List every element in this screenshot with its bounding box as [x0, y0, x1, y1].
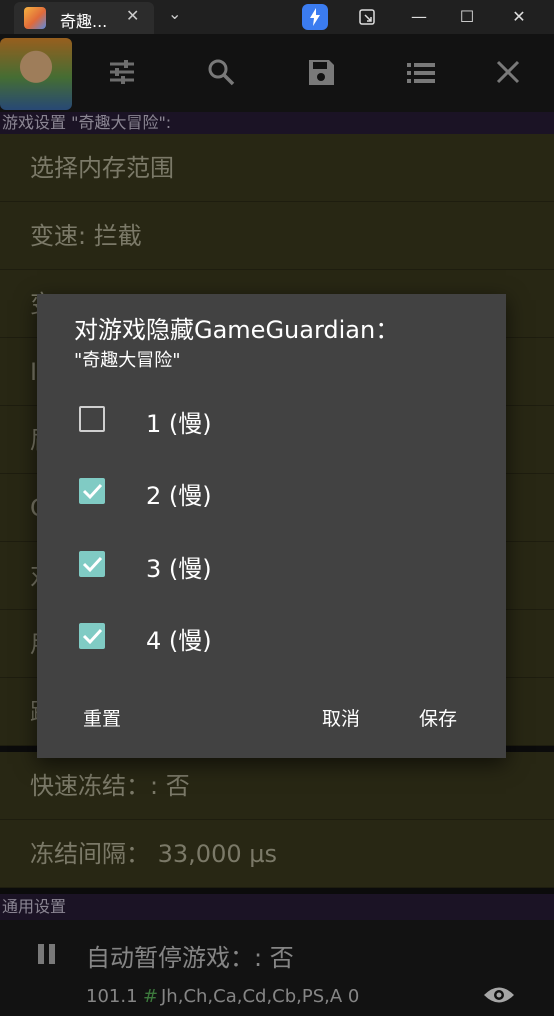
reset-button[interactable]: 重置 [83, 704, 121, 731]
cancel-button[interactable]: 取消 [322, 704, 360, 731]
app-icon [24, 7, 46, 29]
dialog-subtitle: "奇趣大冒险" [74, 350, 181, 371]
hide-gg-dialog: 对游戏隐藏GameGuardian： "奇趣大冒险" 1 (慢) 2 (慢) 3… [37, 294, 506, 758]
checkbox-checked[interactable] [79, 551, 105, 577]
tab-title: 奇趣... [60, 12, 108, 31]
dialog-title: 对游戏隐藏GameGuardian： [74, 316, 400, 344]
checkbox-checked[interactable] [79, 623, 105, 649]
option-1[interactable]: 1 (慢) [37, 392, 506, 452]
option-4[interactable]: 4 (慢) [37, 609, 506, 669]
save-button[interactable]: 保存 [419, 704, 457, 731]
minimize-button[interactable]: — [396, 0, 442, 34]
option-label: 2 (慢) [146, 482, 212, 510]
option-3[interactable]: 3 (慢) [37, 537, 506, 597]
checkbox-checked[interactable] [79, 478, 105, 504]
restore-screen-icon[interactable] [344, 0, 390, 34]
bolt-icon[interactable] [302, 4, 328, 30]
window-titlebar: 奇趣... ✕ ⌄ — ☐ ✕ [0, 0, 554, 34]
option-label: 3 (慢) [146, 555, 212, 583]
option-label: 4 (慢) [146, 627, 212, 655]
window-close-button[interactable]: ✕ [496, 0, 542, 34]
option-label: 1 (慢) [146, 410, 212, 438]
checkbox-unchecked[interactable] [79, 406, 105, 432]
tab-dropdown-icon[interactable]: ⌄ [168, 4, 181, 23]
maximize-button[interactable]: ☐ [444, 0, 490, 34]
tab-close-icon[interactable]: ✕ [126, 6, 139, 25]
option-2[interactable]: 2 (慢) [37, 464, 506, 524]
browser-tab[interactable]: 奇趣... ✕ [14, 2, 154, 34]
